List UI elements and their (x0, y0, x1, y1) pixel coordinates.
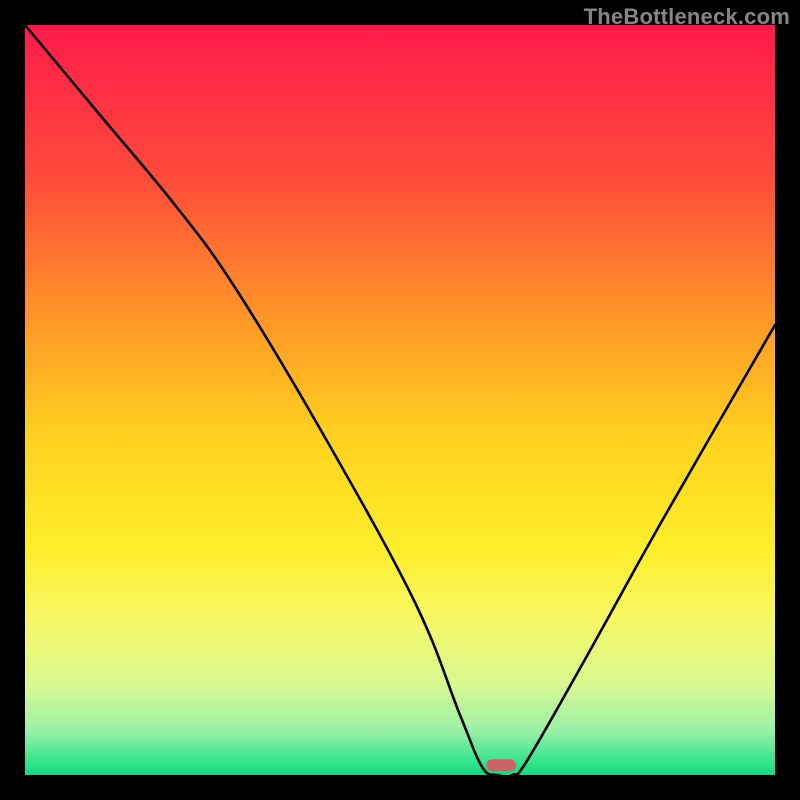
watermark-text: TheBottleneck.com (584, 4, 790, 30)
gradient-background (25, 25, 775, 775)
chart-frame: TheBottleneck.com (0, 0, 800, 800)
bottleneck-chart-svg (25, 25, 775, 775)
optimal-point-marker (486, 759, 516, 771)
plot-area (25, 25, 775, 775)
